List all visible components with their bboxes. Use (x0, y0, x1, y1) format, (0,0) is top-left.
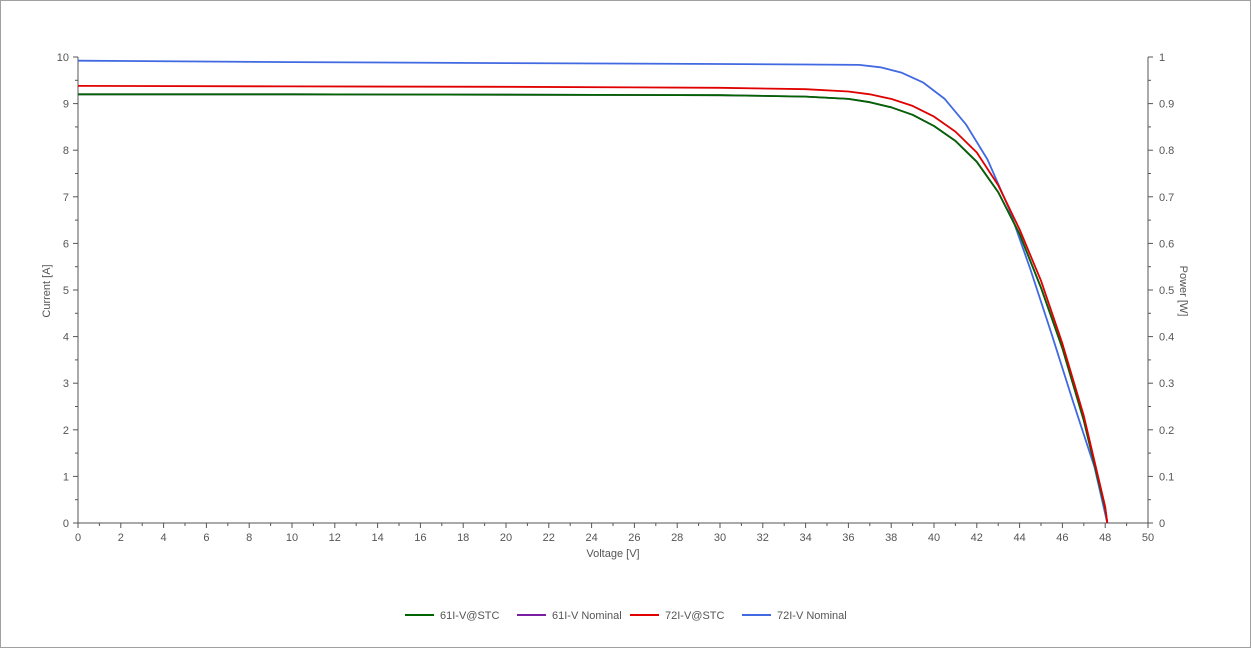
x-tick-label: 8 (246, 532, 252, 544)
y2-tick-label: 0.6 (1159, 238, 1174, 250)
y2-tick-label: 0.1 (1159, 471, 1174, 483)
y-tick-label: 5 (63, 285, 69, 297)
y2-tick-label: 1 (1159, 52, 1165, 64)
x-tick-label: 36 (842, 532, 854, 544)
y2-tick-label: 0.5 (1159, 285, 1174, 297)
y-tick-label: 4 (63, 332, 69, 344)
x-tick-label: 16 (414, 532, 426, 544)
x-tick-label: 0 (75, 532, 81, 544)
y2-tick-label: 0.7 (1159, 192, 1174, 204)
x-tick-label: 14 (371, 532, 383, 544)
y2-tick-label: 0 (1159, 518, 1165, 530)
x-tick-label: 48 (1099, 532, 1111, 544)
legend-label: 72I-V@STC (665, 610, 725, 622)
series-line-61i-v-nominal (78, 93, 1109, 524)
x-tick-label: 22 (543, 532, 555, 544)
plot-area (77, 59, 1109, 524)
series-line-61i-v-stc (78, 93, 1109, 524)
legend: 61I-V@STC 61I-V Nominal 72I-V@STC 72I-V Nom… (405, 610, 847, 622)
x-tick-label: 4 (161, 532, 167, 544)
x-tick-label: 10 (286, 532, 298, 544)
x-tick-label: 12 (329, 532, 341, 544)
x-tick-label: 30 (714, 532, 726, 544)
y-tick-label: 1 (63, 471, 69, 483)
x-tick-label: 2 (118, 532, 124, 544)
x-tick-label: 6 (203, 532, 209, 544)
x-tick-label: 34 (799, 532, 811, 544)
x-tick-label: 44 (1013, 532, 1025, 544)
x-tick-label: 28 (671, 532, 683, 544)
x-tick-label: 32 (757, 532, 769, 544)
axes-group: 0 2 4 6 8 10 12 14 16 18 20 22 24 26 28 30 32 34 36 38 40 42 4… (57, 52, 1175, 544)
series-line-72i-v-stc (77, 85, 1109, 524)
x-tick-label: 42 (971, 532, 983, 544)
y-tick-label: 8 (63, 145, 69, 157)
legend-label: 72I-V Nominal (777, 610, 847, 622)
y-axis-label: Current [A] (41, 264, 53, 317)
x-tick-label: 46 (1056, 532, 1068, 544)
x-tick-label: 24 (585, 532, 597, 544)
legend-label: 61I-V Nominal (552, 610, 622, 622)
x-tick-label: 40 (928, 532, 940, 544)
chart-frame: 0 2 4 6 8 10 12 14 16 18 20 22 24 26 28 30 32 34 36 38 40 42 4… (0, 0, 1251, 648)
y2-tick-label: 0.3 (1159, 378, 1174, 390)
y-tick-label: 7 (63, 192, 69, 204)
y-tick-label: 2 (63, 425, 69, 437)
x-tick-label: 18 (457, 532, 469, 544)
y-tick-label: 9 (63, 99, 69, 111)
x-tick-label: 50 (1142, 532, 1154, 544)
y2-axis-label: Power [W] (1177, 266, 1189, 317)
y-tick-label: 0 (63, 518, 69, 530)
x-tick-label: 26 (628, 532, 640, 544)
y-tick-label: 6 (63, 238, 69, 250)
y2-tick-label: 0.2 (1159, 425, 1174, 437)
iv-curve-chart: 0 2 4 6 8 10 12 14 16 18 20 22 24 26 28 30 32 34 36 38 40 42 4… (41, 52, 1189, 622)
y2-tick-label: 0.4 (1159, 332, 1174, 344)
x-tick-label: 38 (885, 532, 897, 544)
y2-tick-label: 0.9 (1159, 99, 1174, 111)
y2-tick-label: 0.8 (1159, 145, 1174, 157)
y-tick-label: 10 (57, 52, 69, 64)
legend-label: 61I-V@STC (440, 610, 500, 622)
x-axis-label: Voltage [V] (586, 548, 639, 560)
x-tick-label: 20 (500, 532, 512, 544)
y-tick-label: 3 (63, 378, 69, 390)
